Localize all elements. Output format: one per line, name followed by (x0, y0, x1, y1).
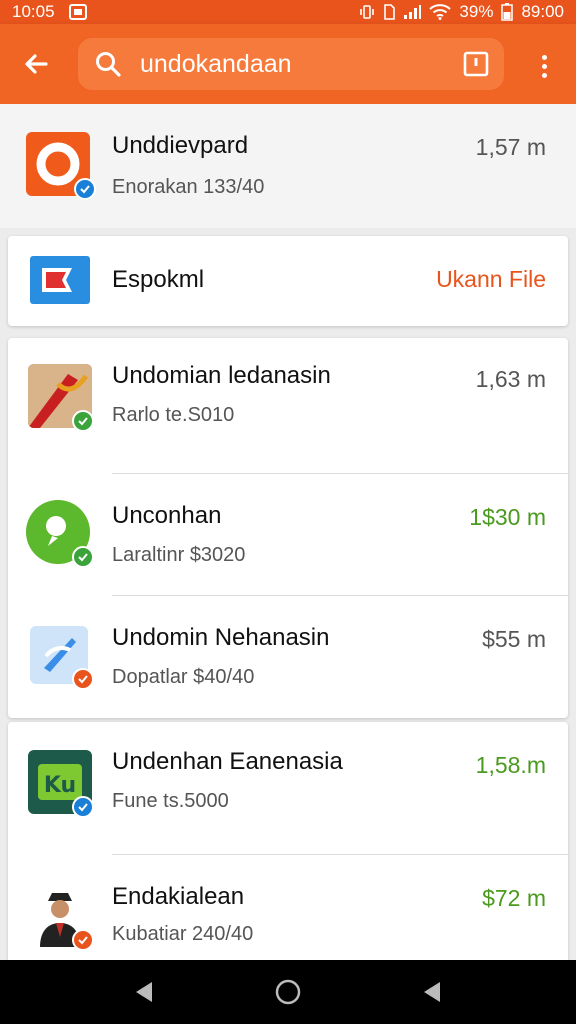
check-icon (72, 546, 94, 568)
item-amount: 1$30 m (469, 504, 546, 530)
notification-icon (68, 4, 87, 20)
wifi-icon (429, 4, 452, 20)
battery-icon (501, 3, 514, 21)
search-box[interactable]: undokandaan (78, 38, 504, 90)
verified-icon (72, 796, 94, 818)
status-clock: 89:00 (521, 2, 564, 21)
flag-icon (30, 256, 90, 304)
back-arrow-icon (25, 54, 48, 74)
item-amount: 1,63 m (475, 366, 546, 392)
check-icon (72, 410, 94, 432)
verified-icon (74, 178, 96, 200)
list-item-top[interactable]: Unddievpard Enorakan 133/40 1,57 m (0, 104, 576, 228)
item-subtitle: Dopatlar $40/40 (112, 666, 255, 688)
list-item[interactable]: Undomian ledanasin Rarlo te.S010 1,63 m (8, 338, 568, 474)
highlight-card[interactable]: Espokml Ukann File (8, 236, 568, 326)
item-title: Unconhan (112, 502, 222, 529)
item-title: Unddievpard (112, 132, 249, 159)
item-amount: $72 m (482, 885, 546, 911)
item-subtitle: Fune ts.5000 (112, 790, 229, 812)
item-subtitle: Kubatiar 240/40 (112, 923, 254, 945)
item-subtitle: Laraltinr $3020 (112, 544, 246, 566)
check-icon (72, 929, 94, 951)
item-amount: 1,58.m (475, 752, 546, 778)
item-title: Undenhan Eanenasia (112, 748, 343, 775)
item-title: Undomian ledanasin (112, 362, 331, 389)
battery-percent: 39% (459, 2, 494, 21)
list-card: Undomian ledanasin Rarlo te.S010 1,63 m … (8, 338, 568, 718)
action-link[interactable]: Ukann File (436, 266, 546, 293)
back-triangle-icon[interactable] (128, 976, 160, 1008)
recents-triangle-icon[interactable] (416, 976, 448, 1008)
item-title: Espokml (112, 266, 205, 293)
search-icon (96, 52, 121, 77)
vibrate-icon (359, 4, 375, 20)
sim-icon (383, 4, 396, 20)
square-icon[interactable] (462, 50, 490, 78)
more-vertical-icon (541, 54, 547, 60)
item-subtitle: Enorakan 133/40 (112, 176, 265, 198)
list-card: Ku Undenhan Eanenasia Fune ts.5000 1,58.… (8, 722, 568, 960)
list-item[interactable]: Endakialean Kubatiar 240/40 $72 m (8, 855, 568, 960)
signal-icon (403, 4, 422, 20)
status-time: 10:05 (12, 2, 55, 21)
home-circle-icon[interactable] (272, 976, 304, 1008)
item-title: Endakialean (112, 883, 245, 910)
list-item[interactable]: Unconhan Laraltinr $3020 1$30 m (8, 474, 568, 596)
search-input[interactable]: undokandaan (140, 50, 292, 79)
list-item[interactable]: Ku Undenhan Eanenasia Fune ts.5000 1,58.… (8, 722, 568, 854)
svg-text:Ku: Ku (44, 773, 76, 798)
back-button[interactable] (18, 46, 54, 82)
item-title: Undomin Nehanasin (112, 624, 330, 651)
check-icon (72, 668, 94, 690)
navigation-bar (0, 960, 576, 1024)
item-subtitle: Rarlo te.S010 (112, 404, 235, 426)
more-options-button[interactable] (528, 48, 560, 84)
item-amount: $55 m (482, 626, 546, 652)
list-item[interactable]: Undomin Nehanasin Dopatlar $40/40 $55 m (8, 596, 568, 718)
status-bar: 10:05 39% 89:00 (0, 0, 576, 24)
item-amount: 1,57 m (475, 134, 546, 160)
toolbar: undokandaan (0, 24, 576, 104)
